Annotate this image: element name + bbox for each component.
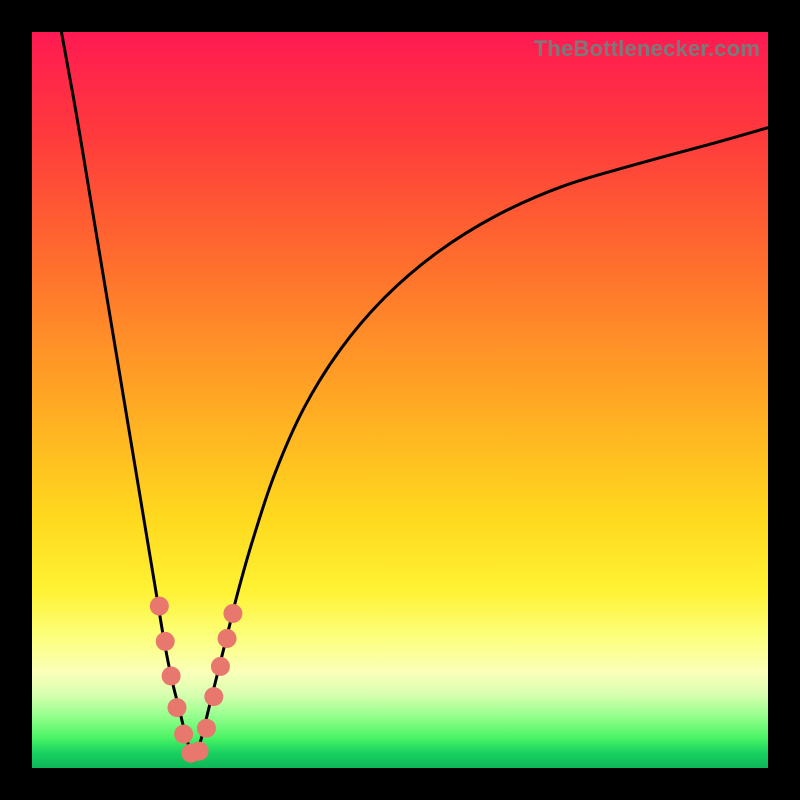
curve-right-branch (194, 128, 768, 761)
marker-dot (156, 632, 175, 651)
chart-frame: TheBottlenecker.com (0, 0, 800, 800)
chart-svg (32, 32, 768, 768)
marker-dot (218, 629, 237, 648)
marker-dot (167, 698, 186, 717)
marker-dot (223, 604, 242, 623)
marker-dot (211, 657, 230, 676)
marker-dot (150, 597, 169, 616)
marker-dot (197, 719, 216, 738)
marker-dot (162, 667, 181, 686)
curve-left-branch (61, 32, 193, 761)
plot-area: TheBottlenecker.com (32, 32, 768, 768)
marker-dot (204, 687, 223, 706)
marker-dot (174, 725, 193, 744)
marker-dot (190, 742, 209, 761)
